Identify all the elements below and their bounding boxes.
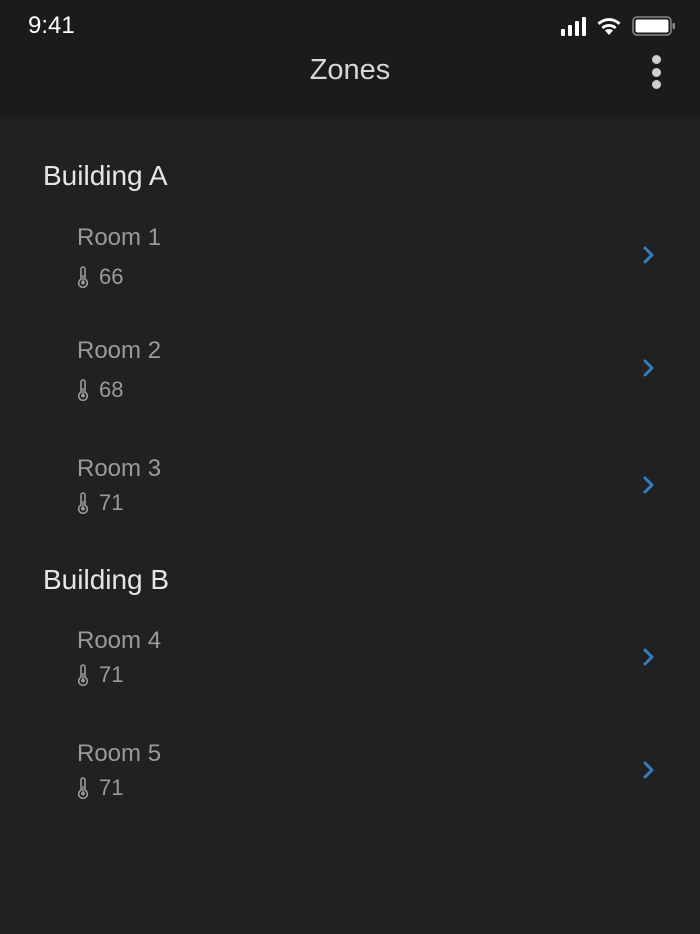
cellular-signal-icon xyxy=(561,16,586,36)
chevron-right-icon xyxy=(643,761,654,779)
room-name: Room 3 xyxy=(77,455,162,482)
thermometer-icon xyxy=(77,379,89,401)
top-bar: 9:41 Zones xyxy=(0,0,700,119)
temperature-value: 68 xyxy=(99,377,124,402)
thermometer-icon xyxy=(77,777,89,799)
page-title: Zones xyxy=(309,54,391,86)
more-options-button[interactable] xyxy=(648,52,664,92)
wifi-icon xyxy=(597,18,621,35)
chevron-right-icon xyxy=(643,476,654,494)
room-row-3[interactable]: Room 3 71 xyxy=(0,454,700,550)
room-temperature: 71 xyxy=(77,490,123,516)
thermometer-icon xyxy=(77,266,89,288)
room-name: Room 1 xyxy=(77,224,162,251)
room-name: Room 4 xyxy=(77,627,162,654)
temperature-value: 66 xyxy=(99,264,124,289)
room-name: Room 5 xyxy=(77,740,162,767)
status-time: 9:41 xyxy=(28,12,75,39)
more-vertical-icon xyxy=(651,55,661,64)
section-header-building-a: Building A xyxy=(43,160,168,191)
room-row-5[interactable]: Room 5 71 xyxy=(0,739,700,835)
temperature-value: 71 xyxy=(99,662,124,687)
temperature-value: 71 xyxy=(99,775,124,800)
status-icons xyxy=(561,14,676,38)
room-name: Room 2 xyxy=(77,337,162,364)
room-row-2[interactable]: Room 2 68 xyxy=(0,336,700,432)
chevron-right-icon xyxy=(643,246,654,264)
thermometer-icon xyxy=(77,492,89,514)
room-row-1[interactable]: Room 1 66 xyxy=(0,223,700,319)
zones-screen: 9:41 Zones Building A Room 1 66 Room 2 6… xyxy=(0,0,700,934)
room-temperature: 66 xyxy=(77,264,123,290)
room-temperature: 71 xyxy=(77,775,123,801)
chevron-right-icon xyxy=(643,648,654,666)
room-temperature: 71 xyxy=(77,662,123,688)
room-row-4[interactable]: Room 4 71 xyxy=(0,626,700,722)
battery-icon xyxy=(632,16,675,36)
section-header-building-b: Building B xyxy=(43,564,170,595)
more-vertical-icon-dot xyxy=(651,67,661,77)
more-vertical-icon-dot xyxy=(651,80,661,89)
thermometer-icon xyxy=(77,664,89,686)
chevron-right-icon xyxy=(643,359,654,377)
room-temperature: 68 xyxy=(77,377,123,403)
temperature-value: 71 xyxy=(99,490,124,515)
